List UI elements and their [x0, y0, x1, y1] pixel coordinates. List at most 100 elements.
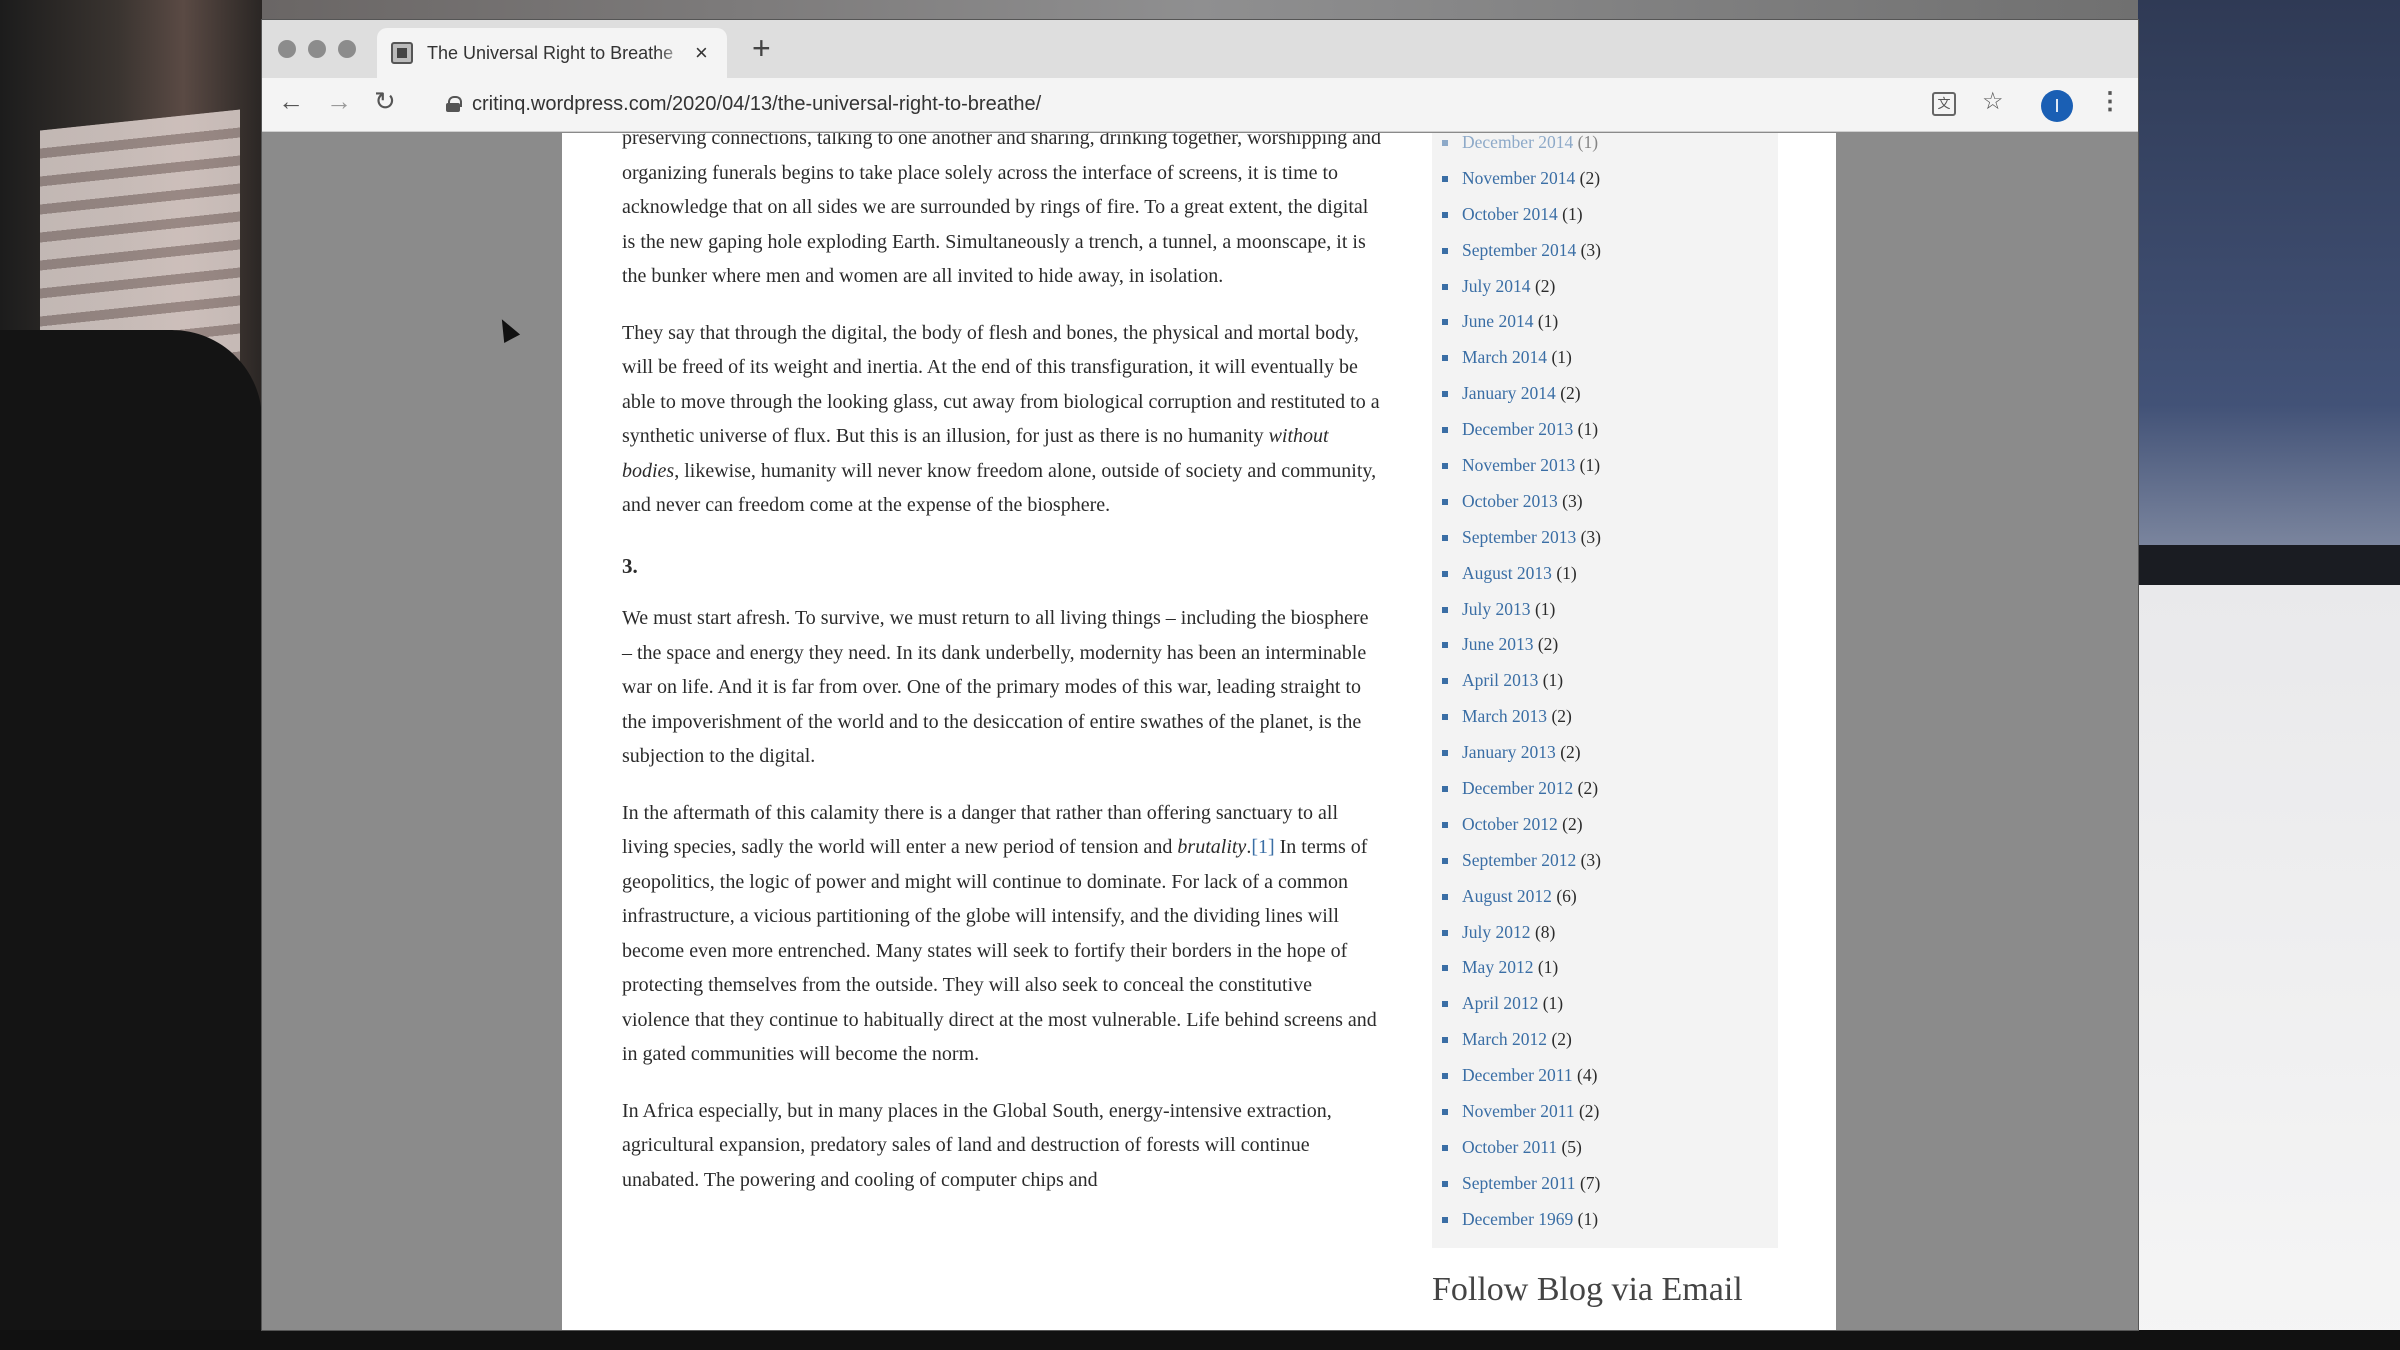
archive-list-item: September 2011 (7): [1440, 1166, 1770, 1202]
archive-count: (2): [1579, 167, 1601, 188]
tab-active[interactable]: The Universal Right to Breathe ×: [377, 28, 727, 78]
article-paragraph: In the aftermath of this calamity there …: [622, 801, 1377, 1066]
footnote-link[interactable]: [1]: [1251, 836, 1274, 858]
archive-list-item: April 2012 (1): [1440, 986, 1770, 1022]
new-tab-button[interactable]: +: [752, 32, 771, 64]
section-heading: 3.: [622, 553, 638, 578]
archive-month-link[interactable]: November 2013: [1462, 455, 1575, 475]
archive-count: (2): [1534, 275, 1556, 296]
archive-month-link[interactable]: December 2011: [1462, 1065, 1573, 1085]
archive-count: (1): [1542, 993, 1564, 1014]
window-minimize-button[interactable]: [308, 40, 326, 58]
browser-menu-icon[interactable]: ⋮: [2098, 90, 2122, 114]
archive-month-link[interactable]: January 2014: [1462, 383, 1556, 403]
archive-month-link[interactable]: March 2012: [1462, 1029, 1547, 1049]
archive-count: (1): [1577, 419, 1599, 440]
archive-list-item: December 1969 (1): [1440, 1202, 1770, 1238]
browser-window: The Universal Right to Breathe × + ← → ↻…: [262, 20, 2138, 1330]
archive-list-item: December 2013 (1): [1440, 412, 1770, 448]
article-body: preserving connections, talking to one a…: [622, 133, 1382, 1219]
archive-count: (3): [1562, 490, 1583, 511]
archive-month-link[interactable]: October 2014: [1462, 204, 1558, 224]
archive-month-link[interactable]: November 2014: [1462, 168, 1575, 188]
archive-month-link[interactable]: October 2011: [1462, 1137, 1557, 1157]
archive-count: (2): [1560, 742, 1581, 763]
archive-month-link[interactable]: July 2012: [1462, 922, 1531, 942]
forward-arrow-icon[interactable]: →: [326, 88, 352, 114]
archive-count: (1): [1579, 455, 1601, 476]
archive-month-link[interactable]: September 2013: [1462, 527, 1576, 547]
archive-list-item: May 2012 (1): [1440, 950, 1770, 986]
archive-month-link[interactable]: December 2014: [1462, 133, 1573, 152]
article-paragraph: In Africa especially, but in many places…: [622, 1099, 1332, 1191]
archive-month-link[interactable]: October 2013: [1462, 491, 1558, 511]
window-close-button[interactable]: [278, 40, 296, 58]
background-bottom-edge: [0, 1330, 2400, 1350]
archive-month-link[interactable]: September 2012: [1462, 850, 1576, 870]
archive-month-link[interactable]: August 2012: [1462, 886, 1552, 906]
background-top-edge: [262, 0, 2140, 20]
archive-month-link[interactable]: January 2013: [1462, 742, 1556, 762]
archive-list-item: September 2014 (3): [1440, 233, 1770, 269]
archive-month-link[interactable]: April 2013: [1462, 670, 1538, 690]
window-zoom-button[interactable]: [338, 40, 356, 58]
translate-icon[interactable]: 文: [1932, 92, 1956, 116]
archive-count: (2): [1551, 1029, 1572, 1050]
archive-count: (1): [1537, 311, 1559, 332]
archive-list: December 2014 (1) November 2014 (2) Octobe…: [1440, 133, 1770, 1238]
archive-count: (3): [1580, 239, 1601, 260]
archive-month-link[interactable]: June 2013: [1462, 634, 1533, 654]
bookmark-star-icon[interactable]: ☆: [1982, 90, 2004, 114]
archive-list-item: March 2013 (2): [1440, 699, 1770, 735]
archive-month-link[interactable]: November 2011: [1462, 1101, 1575, 1121]
archive-month-link[interactable]: May 2012: [1462, 957, 1533, 977]
archive-list-item: October 2013 (3): [1440, 484, 1770, 520]
archive-list-item: October 2012 (2): [1440, 807, 1770, 843]
archive-list-item: September 2012 (3): [1440, 843, 1770, 879]
background-person-silhouette: [0, 330, 262, 1350]
archive-month-link[interactable]: March 2014: [1462, 347, 1547, 367]
lock-icon[interactable]: [446, 96, 462, 112]
archive-month-link[interactable]: July 2013: [1462, 599, 1531, 619]
archive-count: (1): [1562, 203, 1583, 224]
archive-count: (2): [1578, 1101, 1600, 1122]
reload-icon[interactable]: ↻: [374, 88, 396, 114]
address-bar[interactable]: critinq.wordpress.com/2020/04/13/the-uni…: [422, 84, 2182, 124]
background-right-room: [2138, 0, 2400, 1350]
archive-month-link[interactable]: September 2011: [1462, 1173, 1576, 1193]
archive-count: (2): [1551, 706, 1572, 727]
archive-month-link[interactable]: December 2013: [1462, 419, 1573, 439]
archive-count: (1): [1551, 347, 1572, 368]
archive-list-item: November 2014 (2): [1440, 161, 1770, 197]
archive-list-item: November 2011 (2): [1440, 1094, 1770, 1130]
archive-list-item: June 2013 (2): [1440, 627, 1770, 663]
archive-count: (2): [1562, 813, 1583, 834]
archive-count: (3): [1580, 526, 1601, 547]
tab-title: The Universal Right to Breathe: [427, 42, 674, 63]
archive-month-link[interactable]: October 2012: [1462, 814, 1558, 834]
background-shelf: [2138, 545, 2400, 585]
archive-month-link[interactable]: September 2014: [1462, 240, 1576, 260]
address-url[interactable]: critinq.wordpress.com/2020/04/13/the-uni…: [472, 93, 1041, 116]
archive-month-link[interactable]: December 1969: [1462, 1209, 1573, 1229]
archive-month-link[interactable]: March 2013: [1462, 706, 1547, 726]
archive-month-link[interactable]: July 2014: [1462, 276, 1531, 296]
archive-count: (1): [1577, 1208, 1599, 1229]
archive-list-item: November 2013 (1): [1440, 448, 1770, 484]
article-paragraph: They say that through the digital, the b…: [622, 321, 1380, 517]
archive-list-item: June 2014 (1): [1440, 304, 1770, 340]
archive-month-link[interactable]: June 2014: [1462, 311, 1533, 331]
archive-list-item: December 2011 (4): [1440, 1058, 1770, 1094]
archive-list-item: January 2014 (2): [1440, 376, 1770, 412]
archive-count: (1): [1534, 598, 1556, 619]
tab-close-icon[interactable]: ×: [695, 42, 708, 64]
back-arrow-icon[interactable]: ←: [278, 88, 304, 114]
archive-month-link[interactable]: August 2013: [1462, 563, 1552, 583]
archive-count: (5): [1561, 1136, 1582, 1157]
article-paragraph: preserving connections, talking to one a…: [622, 133, 1382, 287]
archive-count: (4): [1577, 1065, 1598, 1086]
profile-avatar[interactable]: I: [2041, 90, 2073, 122]
archive-month-link[interactable]: December 2012: [1462, 778, 1573, 798]
archive-month-link[interactable]: April 2012: [1462, 993, 1538, 1013]
archive-list-item: October 2011 (5): [1440, 1130, 1770, 1166]
